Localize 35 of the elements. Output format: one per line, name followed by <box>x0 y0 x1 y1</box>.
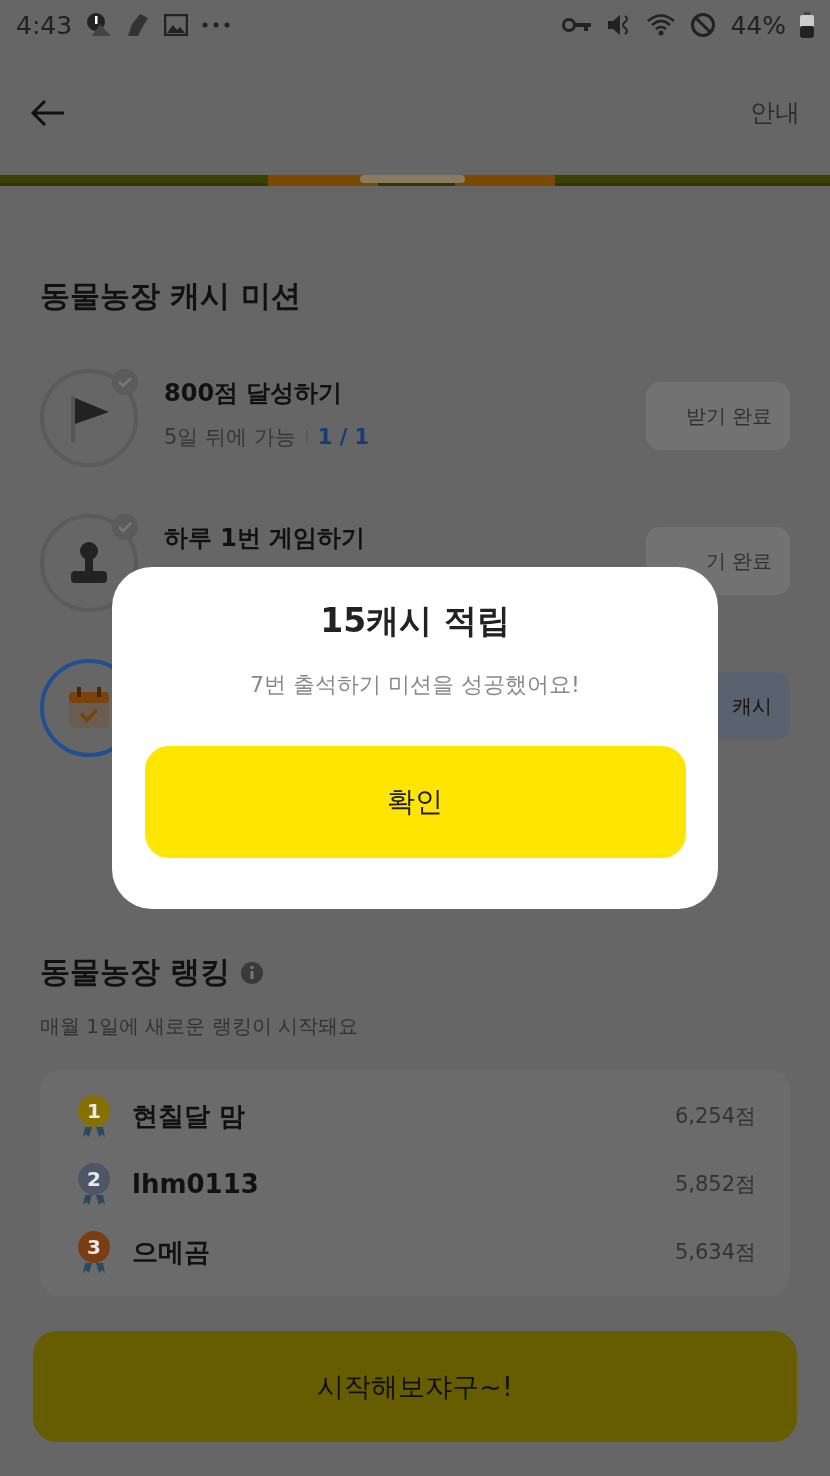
image-icon <box>164 14 189 36</box>
alert-icon <box>86 12 113 38</box>
joystick-icon <box>69 541 109 585</box>
guide-link[interactable]: 안내 <box>750 96 800 129</box>
back-arrow-icon[interactable] <box>30 97 66 128</box>
battery-percent: 44% <box>730 10 786 40</box>
calendar-icon <box>67 686 111 730</box>
mission-title: 하루 1번 게임하기 <box>164 523 367 554</box>
rank-medal: 2 <box>78 1163 110 1195</box>
blocked-icon <box>690 12 717 38</box>
player-name: 으메곰 <box>132 1235 211 1269</box>
status-time: 4:43 <box>16 10 73 40</box>
battery-icon <box>800 12 814 38</box>
info-icon[interactable] <box>240 960 265 985</box>
start-button[interactable]: 시작해보쟈구~! <box>33 1331 797 1442</box>
player-score: 6,254점 <box>674 1103 756 1130</box>
ribbon-icon <box>83 1195 105 1205</box>
rank-medal: 1 <box>78 1095 110 1127</box>
rank-medal: 3 <box>78 1231 110 1263</box>
wifi-icon <box>646 12 677 38</box>
dialog-title: 15캐시 적립 <box>320 600 510 642</box>
player-score: 5,852점 <box>674 1171 756 1198</box>
ribbon-icon <box>83 1127 105 1137</box>
ribbon-icon <box>83 1263 105 1273</box>
more-icon <box>202 22 231 28</box>
player-score: 5,634점 <box>674 1239 756 1266</box>
section-title: 동물농장 랭킹 <box>40 953 231 991</box>
mission-title: 800점 달성하기 <box>164 378 344 409</box>
section-title: 동물농장 캐시 미션 <box>40 277 302 315</box>
dialog-message: 7번 출석하기 미션을 성공했어요! <box>250 671 580 699</box>
player-name: lhm0113 <box>132 1169 260 1199</box>
reward-button[interactable]: 받기 완료 <box>646 382 790 450</box>
player-name: 현칠달 맘 <box>132 1099 247 1133</box>
confirm-button[interactable]: 확인 <box>144 746 686 858</box>
key-icon <box>562 17 593 33</box>
